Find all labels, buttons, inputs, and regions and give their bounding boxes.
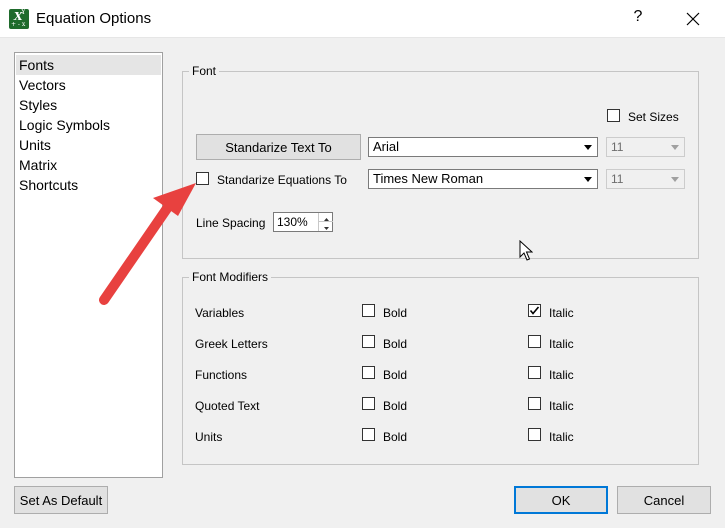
greek-italic-checkbox[interactable] [528, 335, 541, 348]
text-font-select[interactable]: Arial [368, 137, 598, 157]
font-group-caption: Font [189, 64, 220, 78]
greek-bold-checkbox[interactable] [362, 335, 375, 348]
modifier-row-label: Variables [195, 306, 245, 320]
standardize-text-button[interactable]: Standarize Text To [196, 134, 361, 160]
equation-size-select[interactable]: 11 [606, 169, 685, 189]
window-title: Equation Options [36, 10, 152, 27]
list-item-styles[interactable]: Styles [19, 95, 57, 115]
bold-label: Bold [383, 368, 408, 382]
text-size-select[interactable]: 11 [606, 137, 685, 157]
help-button[interactable]: ? [628, 8, 648, 30]
units-bold-checkbox[interactable] [362, 428, 375, 441]
line-spacing-label: Line Spacing [196, 216, 266, 230]
bold-label: Bold [383, 337, 408, 351]
italic-label: Italic [549, 337, 574, 351]
bold-label: Bold [383, 430, 408, 444]
quoted-italic-checkbox[interactable] [528, 397, 541, 410]
modifier-row-label: Functions [195, 368, 248, 382]
equation-size-value: 11 [611, 172, 624, 186]
list-item-fonts[interactable]: Fonts [16, 55, 161, 75]
standardize-equations-label: Standarize Equations To [217, 173, 347, 187]
caret-down-icon [324, 227, 329, 230]
close-icon [686, 12, 700, 26]
quoted-bold-checkbox[interactable] [362, 397, 375, 410]
bold-label: Bold [383, 306, 408, 320]
chevron-down-icon [671, 177, 679, 182]
variables-bold-checkbox[interactable] [362, 304, 375, 317]
modifier-row-label: Quoted Text [195, 399, 260, 413]
text-size-value: 11 [611, 140, 624, 154]
variables-italic-checkbox[interactable] [528, 304, 541, 317]
bold-label: Bold [383, 399, 408, 413]
chevron-down-icon [584, 145, 592, 150]
font-group [182, 71, 699, 259]
italic-label: Italic [549, 368, 574, 382]
text-font-value: Arial [373, 139, 400, 154]
mouse-cursor-icon [519, 240, 533, 261]
cancel-button[interactable]: Cancel [617, 486, 711, 514]
list-item-shortcuts[interactable]: Shortcuts [19, 175, 78, 195]
font-modifiers-group [182, 277, 699, 465]
ok-button[interactable]: OK [514, 486, 608, 514]
category-list[interactable]: Fonts Vectors Styles Logic Symbols Units… [14, 52, 163, 478]
list-item-vectors[interactable]: Vectors [19, 75, 66, 95]
line-spacing-value: 130% [277, 215, 308, 229]
spin-down-button[interactable] [318, 222, 333, 231]
checkmark-icon [529, 306, 540, 315]
standardize-equations-checkbox[interactable] [196, 172, 209, 185]
italic-label: Italic [549, 306, 574, 320]
set-as-default-button[interactable]: Set As Default [14, 486, 108, 514]
close-button[interactable] [680, 6, 706, 32]
spin-up-button[interactable] [318, 213, 333, 222]
units-italic-checkbox[interactable] [528, 428, 541, 441]
title-bar: X Y + - x Equation Options ? [0, 0, 725, 38]
modifier-row-label: Units [195, 430, 223, 444]
equation-font-value: Times New Roman [373, 171, 484, 186]
chevron-down-icon [671, 145, 679, 150]
font-modifiers-caption: Font Modifiers [189, 270, 272, 284]
equation-font-select[interactable]: Times New Roman [368, 169, 598, 189]
list-item-matrix[interactable]: Matrix [19, 155, 57, 175]
set-sizes-label: Set Sizes [628, 110, 679, 124]
app-icon: X Y + - x [9, 8, 29, 29]
italic-label: Italic [549, 430, 574, 444]
chevron-down-icon [584, 177, 592, 182]
line-spacing-spinner[interactable]: 130% [273, 212, 333, 232]
set-sizes-checkbox[interactable] [607, 109, 620, 122]
list-item-units[interactable]: Units [19, 135, 51, 155]
functions-bold-checkbox[interactable] [362, 366, 375, 379]
modifier-row-label: Greek Letters [195, 337, 268, 351]
app-icon-sub: + - x [11, 21, 26, 28]
functions-italic-checkbox[interactable] [528, 366, 541, 379]
italic-label: Italic [549, 399, 574, 413]
app-icon-sup: Y [21, 8, 26, 16]
list-item-logic-symbols[interactable]: Logic Symbols [19, 115, 110, 135]
